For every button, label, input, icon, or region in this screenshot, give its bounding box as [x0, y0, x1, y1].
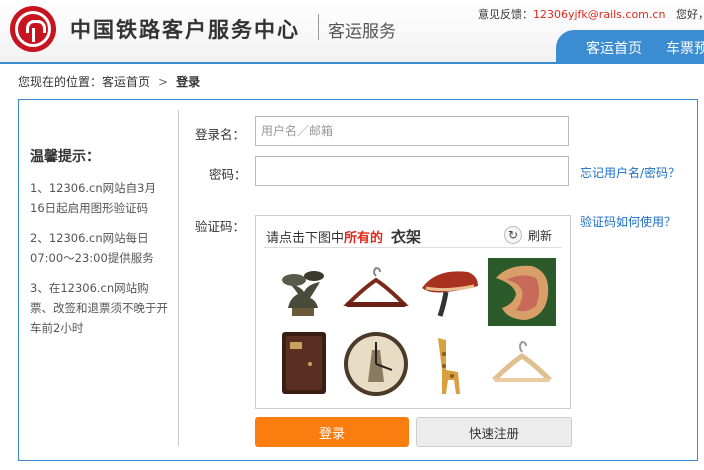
safe-icon[interactable]: [270, 330, 338, 398]
captcha-prompt-highlight: 所有的: [344, 231, 384, 246]
feedback: 意见反馈：12306yjfk@rails.com.cn: [478, 6, 665, 22]
password-input[interactable]: [255, 156, 569, 186]
mushroom-icon[interactable]: [416, 258, 484, 326]
username-input[interactable]: [255, 116, 569, 146]
captcha-target-item: 衣架: [391, 228, 422, 246]
panel-divider: [178, 110, 179, 446]
captcha-help-link[interactable]: 验证码如何使用？: [580, 213, 676, 230]
hanger-icon[interactable]: [488, 330, 556, 398]
site-title: 中国铁路客户服务中心: [70, 18, 300, 42]
title-divider: [318, 14, 319, 40]
clock-icon[interactable]: [342, 330, 410, 398]
top-nav: 客运首页 车票预: [556, 30, 704, 62]
breadcrumb: 您现在的位置：客运首页 > 登录: [18, 73, 200, 90]
page: 中国铁路客户服务中心 客运服务 意见反馈：12306yjfk@rails.com…: [0, 0, 704, 470]
password-label: 密码：: [209, 167, 247, 182]
nav-home[interactable]: 客运首页: [586, 38, 642, 58]
breadcrumb-home-link[interactable]: 客运首页: [102, 75, 150, 89]
login-button[interactable]: 登录: [255, 417, 409, 447]
captcha-box: 请点击下图中所有的 衣架 ↻ 刷新: [255, 215, 571, 409]
lingzhi-slice-icon[interactable]: [488, 258, 556, 326]
captcha-prompt-prefix: 请点击下图中: [266, 231, 345, 246]
username-label: 登录名：: [195, 127, 246, 142]
breadcrumb-separator: >: [158, 75, 169, 89]
giraffe-icon[interactable]: [416, 330, 484, 398]
hanger-icon[interactable]: [342, 258, 410, 326]
feedback-email-link[interactable]: 12306yjfk@rails.com.cn: [533, 8, 665, 21]
header: 中国铁路客户服务中心 客运服务 意见反馈：12306yjfk@rails.com…: [0, 0, 704, 62]
refresh-icon: ↻: [504, 226, 522, 244]
mushroom-bonsai-icon[interactable]: [270, 258, 338, 326]
nav-ticket-booking[interactable]: 车票预: [666, 38, 704, 58]
register-button[interactable]: 快速注册: [416, 417, 572, 447]
site-subtitle: 客运服务: [328, 22, 396, 42]
captcha-refresh-button[interactable]: ↻ 刷新: [504, 224, 558, 246]
header-divider: [0, 62, 704, 64]
login-panel: 温馨提示： 1、12306.cn网站自3月16日起启用图形验证码 2、12306…: [18, 99, 698, 461]
captcha-prompt: 请点击下图中所有的 衣架: [266, 226, 421, 247]
forgot-password-link[interactable]: 忘记用户名/密码？: [580, 164, 680, 181]
breadcrumb-prefix: 您现在的位置：: [18, 75, 103, 89]
captcha-divider: [264, 247, 562, 248]
tip-item: 3、在12306.cn网站购票、改签和退票须不晚于开车前2小时: [30, 281, 168, 335]
refresh-label: 刷新: [528, 228, 553, 243]
tip-item: 2、12306.cn网站每日07:00～23:00提供服务: [30, 231, 154, 265]
tip-item: 1、12306.cn网站自3月16日起启用图形验证码: [30, 181, 156, 215]
railway-logo-icon[interactable]: [10, 6, 56, 52]
tips-title: 温馨提示：: [30, 149, 100, 165]
captcha-label: 验证码：: [195, 219, 246, 234]
greeting: 您好，: [676, 8, 704, 21]
breadcrumb-current: 登录: [176, 75, 201, 89]
feedback-label: 意见反馈：: [478, 8, 533, 21]
